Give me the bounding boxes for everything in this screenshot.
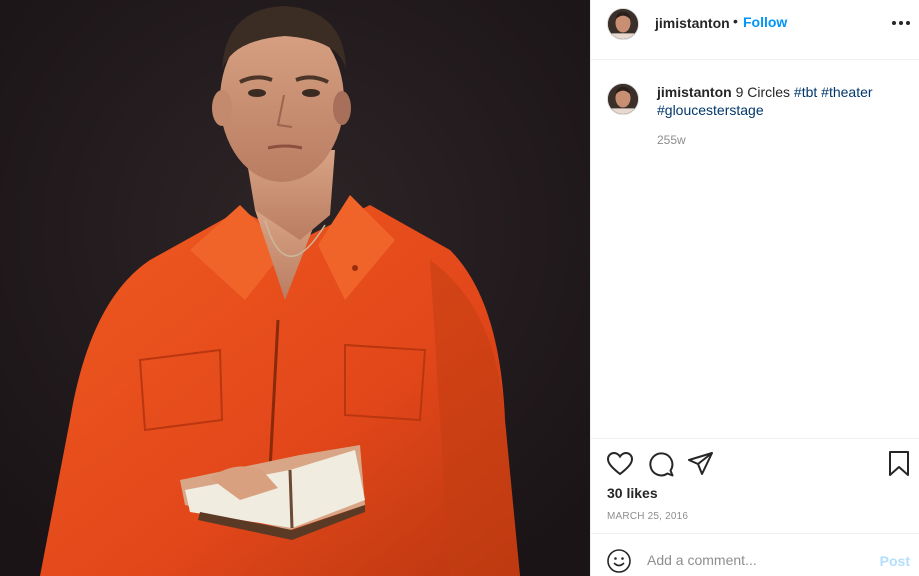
header-username[interactable]: jimistanton [655,15,730,31]
post-date[interactable]: MARCH 25, 2016 [607,511,688,522]
follow-button[interactable]: Follow [743,14,787,30]
hashtag-tbt[interactable]: #tbt [794,84,817,100]
likes-count[interactable]: 30 likes [607,485,658,501]
post-side-panel: jimistanton • Follow jimistanton 9 Circl… [590,0,919,576]
emoji-icon[interactable] [607,549,631,576]
dot-3 [906,21,910,25]
heart-icon[interactable] [607,452,633,476]
caption-avatar[interactable] [607,83,639,115]
hashtag-gloucesterstage[interactable]: #gloucesterstage [657,102,764,118]
caption-username[interactable]: jimistanton [657,84,732,100]
separator-dot: • [733,13,738,29]
post-age[interactable]: 255w [657,133,686,147]
photo-illustration [0,0,590,576]
caption-body: 9 Circles [735,84,791,100]
hashtag-theater[interactable]: #theater [821,84,872,100]
avatar-image [608,84,638,114]
action-bar: 30 likes MARCH 25, 2016 [591,438,919,534]
avatar[interactable] [607,8,639,40]
comment-box: Post [591,533,919,576]
bookmark-icon[interactable] [888,451,910,477]
dot-2 [899,21,903,25]
post-header: jimistanton • Follow [591,0,919,60]
post-photo[interactable] [0,0,590,576]
dot-1 [892,21,896,25]
comment-icon[interactable] [648,451,674,477]
caption-text: jimistanton 9 Circles #tbt #theater #glo… [657,83,907,119]
comment-input[interactable] [647,550,867,570]
post-button[interactable]: Post [880,553,910,569]
instagram-post: jimistanton • Follow jimistanton 9 Circl… [0,0,919,576]
avatar-image [608,9,638,39]
heart-shape [607,452,633,476]
share-shape [688,452,713,475]
more-horizontal-icon[interactable] [892,14,910,32]
comment-shape [649,452,674,477]
share-icon[interactable] [688,452,714,476]
emoji-shape [607,549,631,573]
bookmark-shape [889,451,909,476]
